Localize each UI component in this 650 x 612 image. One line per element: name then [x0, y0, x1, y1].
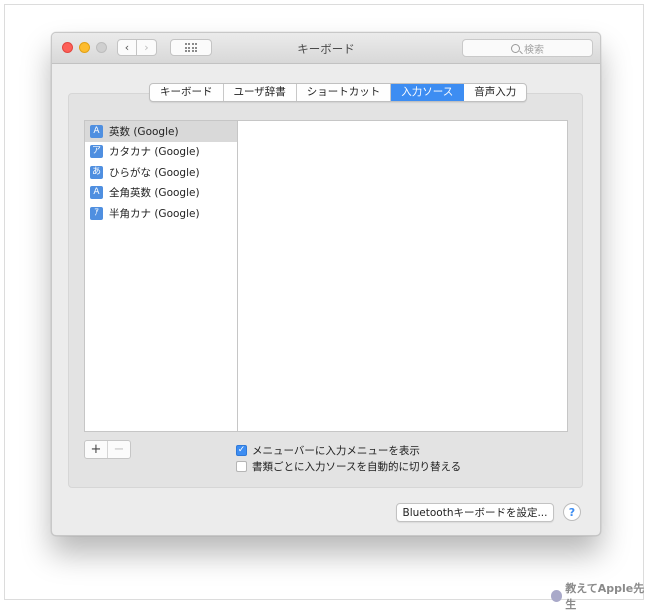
remove-input-source-button[interactable]: − — [107, 441, 130, 458]
list-item-label: カタカナ (Google) — [109, 146, 200, 159]
search-icon — [511, 43, 520, 53]
show-input-menu-label: メニューバーに入力メニューを表示 — [252, 444, 420, 457]
add-input-source-button[interactable]: + — [85, 441, 107, 458]
input-source-icon: あ — [90, 165, 103, 179]
list-item[interactable]: ｱ 半角カナ (Google) — [85, 203, 237, 224]
auto-switch-source-label: 書類ごとに入力ソースを自動的に切り替える — [252, 460, 462, 473]
input-source-icon: ア — [90, 145, 103, 159]
list-item-label: 半角カナ (Google) — [109, 207, 200, 220]
input-source-detail-pane — [237, 120, 568, 432]
search-placeholder: 検索 — [524, 44, 544, 56]
list-item-label: 全角英数 (Google) — [109, 187, 200, 200]
list-item-label: 英数 (Google) — [109, 125, 179, 138]
list-item[interactable]: ア カタカナ (Google) — [85, 142, 237, 163]
list-item[interactable]: A 英数 (Google) — [85, 121, 237, 142]
show-input-menu-option[interactable]: ✓ メニューバーに入力メニューを表示 — [236, 442, 461, 458]
options-group: ✓ メニューバーに入力メニューを表示 書類ごとに入力ソースを自動的に切り替える — [236, 442, 461, 474]
list-add-remove-control: + − — [84, 440, 131, 459]
tab-keyboard[interactable]: キーボード — [150, 84, 224, 101]
setup-bluetooth-keyboard-button[interactable]: Bluetoothキーボードを設定... — [396, 503, 554, 522]
tab-input-sources[interactable]: 入力ソース — [391, 84, 465, 101]
input-source-icon: A — [90, 124, 103, 138]
help-button[interactable]: ? — [563, 503, 581, 521]
input-source-icon: ｱ — [90, 206, 103, 220]
auto-switch-source-option[interactable]: 書類ごとに入力ソースを自動的に切り替える — [236, 458, 461, 474]
watermark-text: 教えてApple先生 — [565, 582, 645, 611]
tab-dictation[interactable]: 音声入力 — [464, 84, 526, 101]
watermark: 教えてApple先生 — [551, 580, 650, 612]
list-item[interactable]: あ ひらがな (Google) — [85, 162, 237, 183]
apple-logo-icon — [551, 590, 563, 602]
title-bar: ‹ › キーボード 検索 — [52, 33, 600, 64]
show-input-menu-checkbox[interactable]: ✓ — [236, 444, 247, 456]
tab-shortcuts[interactable]: ショートカット — [297, 84, 392, 101]
list-item[interactable]: A 全角英数 (Google) — [85, 183, 237, 204]
input-source-list: A 英数 (Google) ア カタカナ (Google) あ ひらがな (Go… — [84, 120, 238, 432]
auto-switch-source-checkbox[interactable] — [236, 460, 247, 472]
tab-bar: キーボード ユーザ辞書 ショートカット 入力ソース 音声入力 — [149, 83, 528, 102]
tab-user-dictionary[interactable]: ユーザ辞書 — [224, 84, 297, 101]
list-item-label: ひらがな (Google) — [109, 166, 200, 179]
search-input[interactable]: 検索 — [462, 39, 593, 57]
preferences-window: ‹ › キーボード 検索 キーボード ユーザ辞書 ショートカット 入力ソース 音… — [51, 32, 601, 536]
input-source-icon: A — [90, 186, 103, 200]
